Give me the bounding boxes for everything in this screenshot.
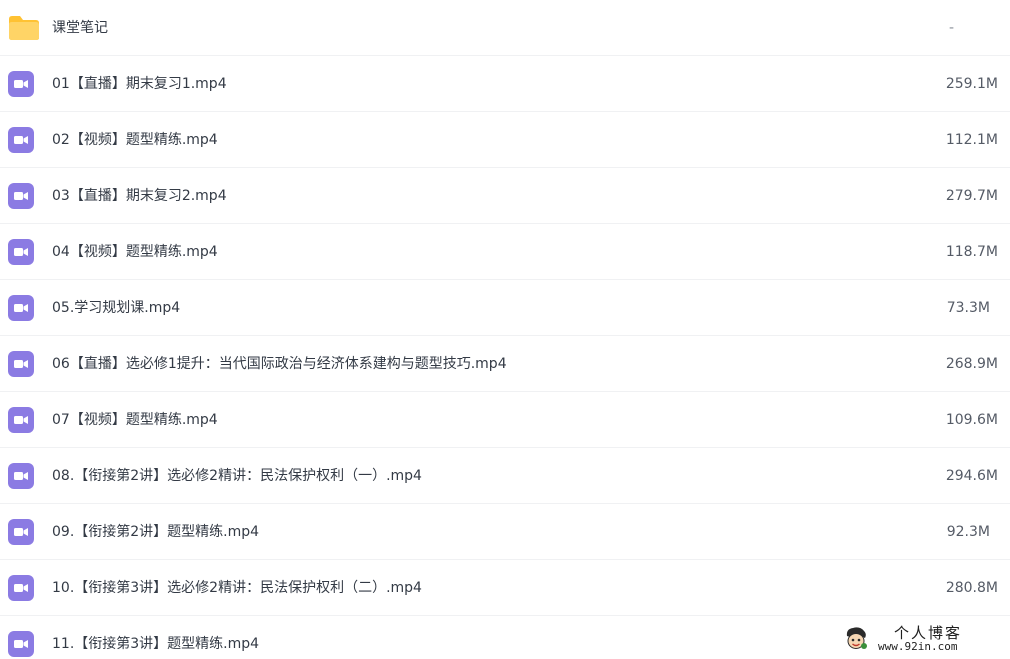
file-name[interactable]: 05.学习规划课.mp4 [52, 280, 180, 336]
watermark: 个人博客 www.92in.com [844, 622, 1004, 656]
file-size: 280.8M [945, 580, 998, 596]
file-name[interactable]: 课堂笔记 [52, 0, 108, 56]
video-file-icon [8, 295, 34, 321]
file-list: 课堂笔记 - 01【直播】期末复习1.mp4 259.1M 02【视频】题型精练… [0, 0, 1010, 659]
video-file-icon [8, 575, 34, 601]
video-file-icon [8, 519, 34, 545]
file-name[interactable]: 08.【衔接第2讲】选必修2精讲：民法保护权利（一）.mp4 [52, 448, 422, 504]
file-size: 109.6M [945, 412, 998, 428]
video-file-icon [8, 239, 34, 265]
file-size: - [948, 20, 954, 36]
watermark-url: www.92in.com [878, 640, 958, 653]
video-file-row[interactable]: 08.【衔接第2讲】选必修2精讲：民法保护权利（一）.mp4 294.6M [0, 448, 1010, 504]
video-file-icon [8, 407, 34, 433]
video-file-row[interactable]: 07【视频】题型精练.mp4 109.6M [0, 392, 1010, 448]
file-size: 279.7M [945, 188, 998, 204]
file-name[interactable]: 02【视频】题型精练.mp4 [52, 112, 218, 168]
video-file-row[interactable]: 10.【衔接第3讲】选必修2精讲：民法保护权利（二）.mp4 280.8M [0, 560, 1010, 616]
video-file-row[interactable]: 03【直播】期末复习2.mp4 279.7M [0, 168, 1010, 224]
file-size: 259.1M [945, 76, 998, 92]
file-size: 92.3M [946, 524, 990, 540]
file-name[interactable]: 01【直播】期末复习1.mp4 [52, 56, 227, 112]
file-name[interactable]: 06【直播】选必修1提升：当代国际政治与经济体系建构与题型技巧.mp4 [52, 336, 507, 392]
video-file-row[interactable]: 05.学习规划课.mp4 73.3M [0, 280, 1010, 336]
file-size: 294.6M [945, 468, 998, 484]
video-file-icon [8, 631, 34, 657]
video-file-row[interactable]: 09.【衔接第2讲】题型精练.mp4 92.3M [0, 504, 1010, 560]
file-name[interactable]: 03【直播】期末复习2.mp4 [52, 168, 227, 224]
video-file-icon [8, 463, 34, 489]
file-name[interactable]: 11.【衔接第3讲】题型精练.mp4 [52, 616, 259, 659]
mascot-icon [844, 626, 868, 650]
file-name[interactable]: 10.【衔接第3讲】选必修2精讲：民法保护权利（二）.mp4 [52, 560, 422, 616]
video-file-row[interactable]: 04【视频】题型精练.mp4 118.7M [0, 224, 1010, 280]
folder-row[interactable]: 课堂笔记 - [0, 0, 1010, 56]
file-name[interactable]: 09.【衔接第2讲】题型精练.mp4 [52, 504, 259, 560]
file-name[interactable]: 04【视频】题型精练.mp4 [52, 224, 218, 280]
video-file-icon [8, 351, 34, 377]
video-file-icon [8, 127, 34, 153]
file-size: 73.3M [946, 300, 990, 316]
video-file-icon [8, 71, 34, 97]
video-file-icon [8, 183, 34, 209]
video-file-row[interactable]: 01【直播】期末复习1.mp4 259.1M [0, 56, 1010, 112]
video-file-row[interactable]: 06【直播】选必修1提升：当代国际政治与经济体系建构与题型技巧.mp4 268.… [0, 336, 1010, 392]
folder-icon [8, 15, 39, 41]
file-size: 112.1M [945, 132, 998, 148]
file-size: 268.9M [945, 356, 998, 372]
video-file-row[interactable]: 02【视频】题型精练.mp4 112.1M [0, 112, 1010, 168]
file-size: 118.7M [945, 244, 998, 260]
file-name[interactable]: 07【视频】题型精练.mp4 [52, 392, 218, 448]
